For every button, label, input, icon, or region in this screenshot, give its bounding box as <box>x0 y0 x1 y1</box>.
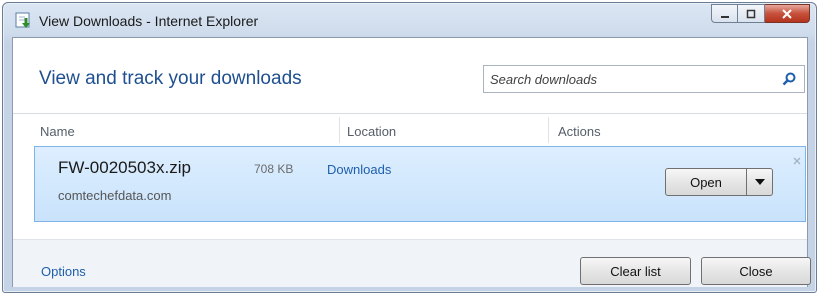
download-file-size: 708 KB <box>254 162 294 176</box>
open-button[interactable]: Open <box>665 168 747 196</box>
dropdown-arrow-icon <box>754 179 765 185</box>
column-header-actions[interactable]: Actions <box>558 124 601 139</box>
title-bar[interactable]: View Downloads - Internet Explorer <box>3 3 816 37</box>
open-split-button: Open <box>665 168 773 196</box>
download-file-name: FW-0020503x.zip <box>58 158 191 177</box>
header-divider <box>13 113 807 114</box>
window-close-button[interactable] <box>765 4 810 23</box>
open-dropdown-button[interactable] <box>747 168 773 196</box>
download-source-site: comtechefdata.com <box>58 188 172 203</box>
search-input[interactable] <box>490 69 770 89</box>
column-header-name[interactable]: Name <box>40 124 75 139</box>
window-title: View Downloads - Internet Explorer <box>39 13 259 29</box>
column-header-location[interactable]: Location <box>347 124 396 139</box>
search-box[interactable] <box>483 65 805 93</box>
close-icon <box>782 8 792 19</box>
clear-list-button[interactable]: Clear list <box>580 257 691 285</box>
column-separator <box>548 117 549 143</box>
maximize-icon <box>746 9 756 18</box>
search-icon[interactable] <box>781 71 797 87</box>
column-separator <box>339 117 340 143</box>
remove-download-icon[interactable] <box>792 151 802 165</box>
download-location-link[interactable]: Downloads <box>327 162 391 177</box>
caption-buttons <box>711 4 810 24</box>
page-title: View and track your downloads <box>39 68 302 89</box>
downloads-panel: View and track your downloads Name Locat… <box>12 37 811 287</box>
window-frame: View Downloads - Internet Explorer View … <box>2 2 817 293</box>
options-link[interactable]: Options <box>41 264 86 279</box>
close-button[interactable]: Close <box>701 257 811 285</box>
maximize-button[interactable] <box>738 4 765 23</box>
ie-downloads-icon <box>15 12 33 30</box>
minimize-button[interactable] <box>711 4 738 23</box>
minimize-icon <box>720 15 729 18</box>
